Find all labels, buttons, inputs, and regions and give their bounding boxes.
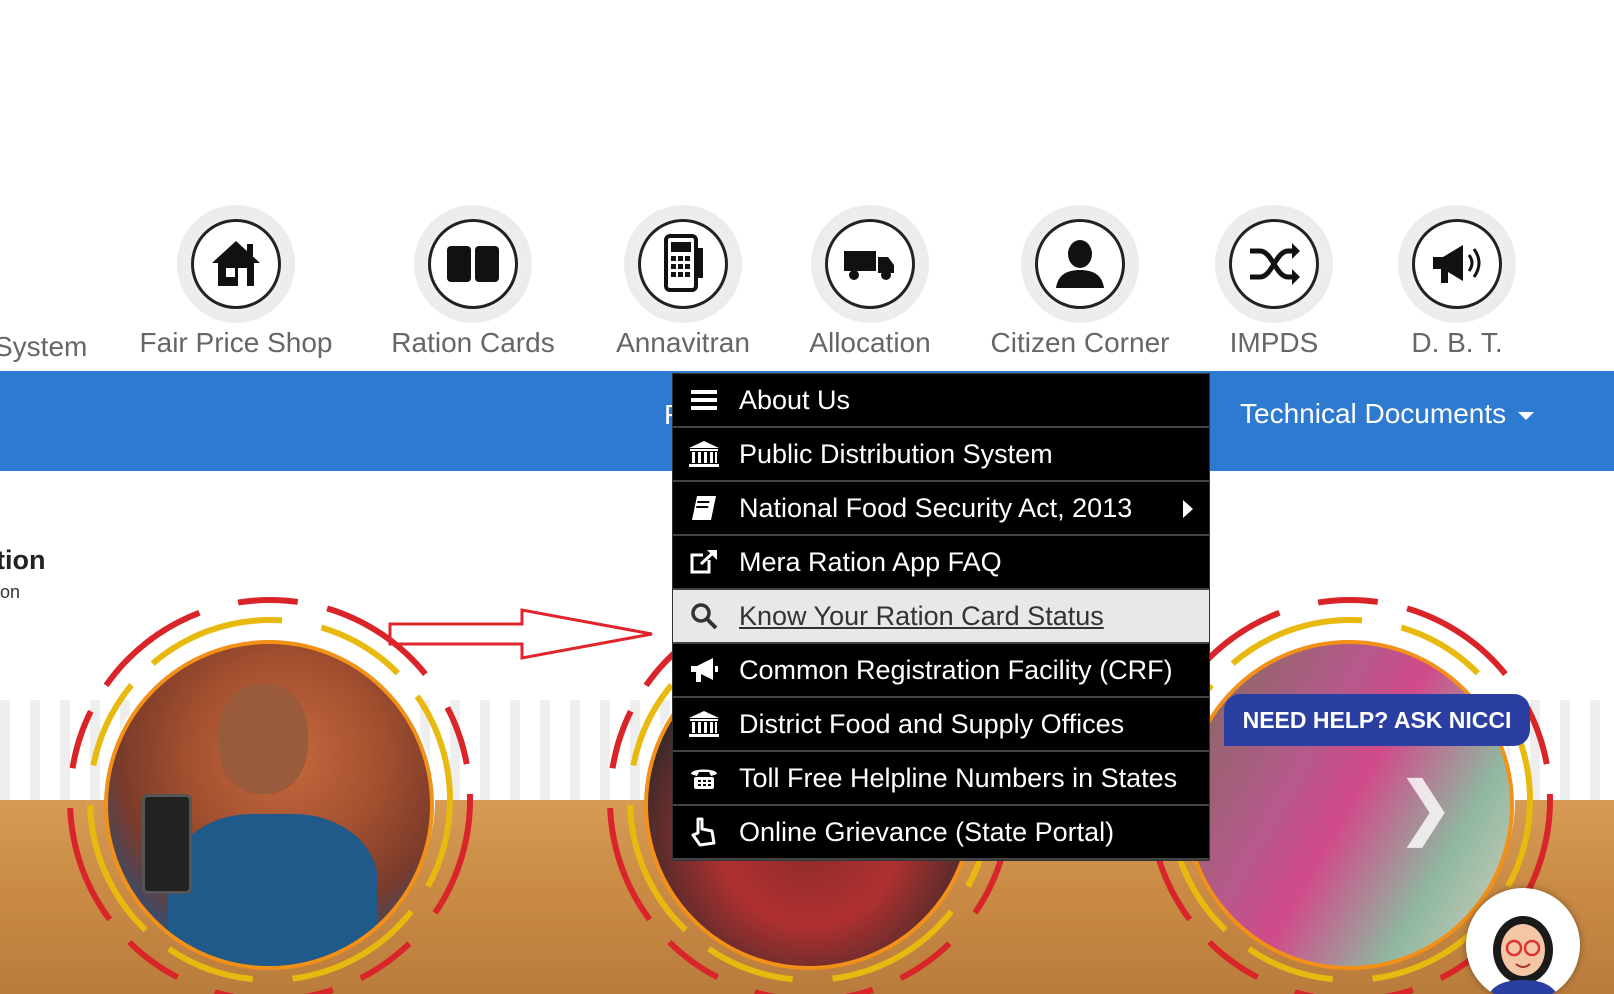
menu-icon <box>687 383 721 417</box>
caret-right-icon <box>1183 500 1193 518</box>
nav-label-impds: IMPDS <box>1229 327 1319 358</box>
nav-item-annavitran[interactable]: Annavitran <box>583 205 783 359</box>
book-icon <box>687 491 721 525</box>
technical-documents-menu[interactable]: Technical Documents <box>1240 398 1535 430</box>
external-link-icon <box>687 545 721 579</box>
nav-item-impds[interactable]: IMPDS <box>1174 205 1374 359</box>
menu-item-know-your-ration-card-status[interactable]: Know Your Ration Card Status <box>673 590 1209 644</box>
menu-item-label: About Us <box>739 384 851 415</box>
menu-item-toll-free-helpline[interactable]: Toll Free Helpline Numbers in States <box>673 752 1209 806</box>
menu-item-label: Toll Free Helpline Numbers in States <box>739 762 1178 793</box>
shuffle-icon <box>1229 219 1319 309</box>
menu-item-about-us[interactable]: About Us <box>673 374 1209 428</box>
nav-item-dbt[interactable]: D. B. T. <box>1357 205 1557 359</box>
nav-item-ration-cards[interactable]: Ration Cards <box>373 205 573 359</box>
menu-item-online-grievance[interactable]: Online Grievance (State Portal) <box>673 806 1209 860</box>
icon-navigation: System Fair Price Shop Ration Cards Anna… <box>0 0 1614 371</box>
search-icon <box>687 599 721 633</box>
nav-label-allocation: Allocation <box>809 327 931 358</box>
menu-item-label: District Food and Supply Offices <box>739 708 1125 739</box>
section-heading-partial: tion <box>0 545 46 575</box>
menu-item-label: Mera Ration App FAQ <box>739 546 1002 577</box>
carousel-next-icon[interactable]: ❯ <box>1396 772 1455 842</box>
photo-woman-with-phone <box>104 640 434 970</box>
nav-label-fair-price-shop: Fair Price Shop <box>139 327 333 358</box>
caret-down-icon <box>1518 411 1535 420</box>
nav-label-dbt: D. B. T. <box>1411 327 1503 358</box>
menu-item-district-food-supply-offices[interactable]: District Food and Supply Offices <box>673 698 1209 752</box>
home-icon <box>191 219 281 309</box>
menu-item-label: National Food Security Act, 2013 <box>739 492 1133 523</box>
menu-item-label: Know Your Ration Card Status <box>739 600 1104 631</box>
assistant-avatar-icon <box>1489 916 1557 994</box>
menu-item-public-distribution-system[interactable]: Public Distribution System <box>673 428 1209 482</box>
need-help-chat-button[interactable]: NEED HELP? ASK NICCI <box>1224 694 1530 746</box>
user-icon <box>1035 219 1125 309</box>
menu-item-label: Public Distribution System <box>739 438 1053 469</box>
bank-icon <box>687 707 721 741</box>
menu-item-label: Online Grievance (State Portal) <box>739 816 1115 847</box>
bank-icon <box>687 437 721 471</box>
nav-label-annavitran: Annavitran <box>616 327 750 358</box>
truck-icon <box>825 219 915 309</box>
about-us-dropdown-menu: About Us Public Distribution System Nati… <box>672 373 1210 861</box>
megaphone-icon <box>1412 219 1502 309</box>
nav-item-fair-price-shop[interactable]: Fair Price Shop <box>136 205 336 359</box>
menu-item-crf[interactable]: Common Registration Facility (CRF) <box>673 644 1209 698</box>
nav-label-citizen-corner: Citizen Corner <box>990 327 1170 358</box>
nav-item-pds-partial[interactable]: System <box>0 331 87 363</box>
bullhorn-icon <box>687 653 721 687</box>
menu-item-label: Common Registration Facility (CRF) <box>739 654 1173 685</box>
book-icon <box>428 219 518 309</box>
menu-item-nfsa-2013[interactable]: National Food Security Act, 2013 <box>673 482 1209 536</box>
hand-pointer-icon <box>687 815 721 849</box>
technical-documents-label: Technical Documents <box>1240 398 1507 429</box>
nav-item-allocation[interactable]: Allocation <box>770 205 970 359</box>
nav-label-ration-cards: Ration Cards <box>391 327 555 358</box>
nav-item-citizen-corner[interactable]: Citizen Corner <box>980 205 1180 359</box>
photo-ration-handover <box>1184 640 1514 970</box>
menu-item-mera-ration-app-faq[interactable]: Mera Ration App FAQ <box>673 536 1209 590</box>
pos-machine-icon <box>638 219 728 309</box>
need-help-label: NEED HELP? ASK NICCI <box>1242 706 1512 733</box>
chatbot-avatar[interactable] <box>1466 888 1580 994</box>
phone-icon <box>687 761 721 795</box>
annotation-arrow <box>388 608 653 660</box>
